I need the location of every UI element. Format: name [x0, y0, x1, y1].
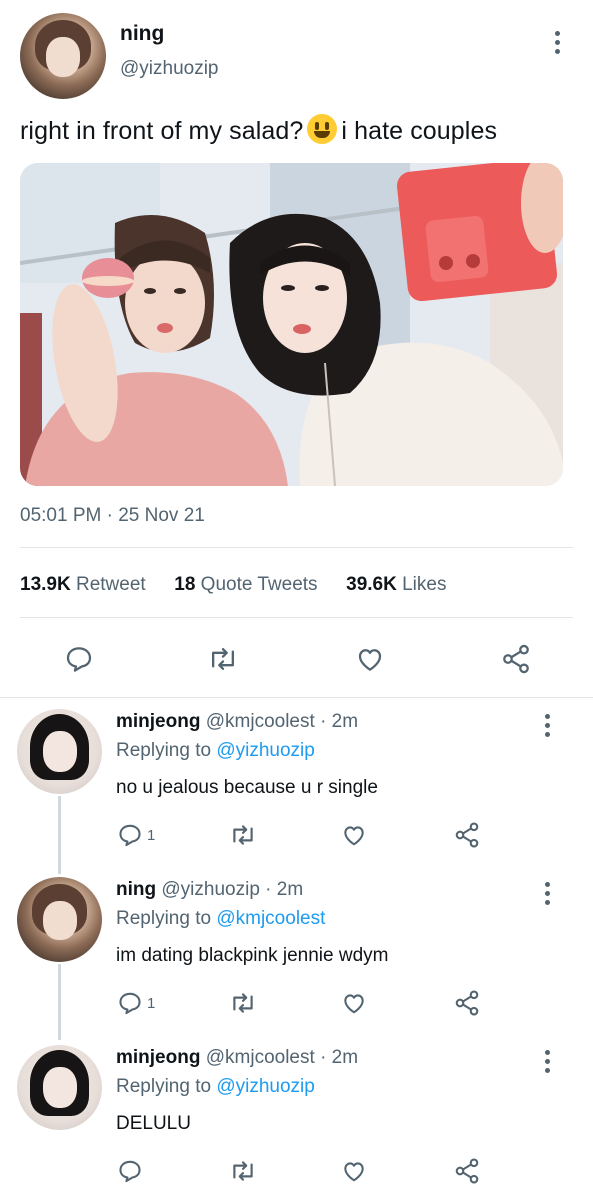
grinning-face-emoji-icon — [307, 114, 338, 144]
reply-icon — [119, 1160, 141, 1183]
reply-button[interactable]: 1 — [117, 990, 155, 1016]
author-avatar[interactable] — [20, 13, 106, 99]
retweet-icon — [211, 647, 235, 671]
tweet-photo[interactable] — [20, 163, 563, 486]
share-button[interactable] — [453, 1157, 481, 1185]
quote-label: Quote Tweets — [200, 574, 318, 595]
likes-count: 39.6K — [346, 574, 397, 595]
author-handle[interactable]: @yizhuozip — [120, 58, 219, 80]
reply-count: 1 — [147, 826, 156, 844]
tweet-photo-illustration — [20, 163, 563, 486]
quote-count: 18 — [174, 574, 196, 595]
reply-button[interactable] — [117, 1158, 143, 1184]
like-button[interactable] — [341, 990, 367, 1016]
reply-text: no u jealous because u r single — [116, 777, 378, 798]
retweet-button[interactable] — [229, 822, 257, 848]
reply-button[interactable] — [64, 644, 94, 674]
share-icon — [455, 822, 479, 848]
retweet-label: Retweet — [75, 574, 146, 595]
likes-stat[interactable]: 39.6K Likes — [346, 574, 446, 595]
thread-line — [58, 796, 61, 874]
replying-prefix: Replying to — [116, 1076, 212, 1097]
likes-label: Likes — [402, 574, 447, 595]
more-options-icon[interactable] — [555, 31, 561, 58]
reply-avatar[interactable] — [17, 1045, 102, 1130]
more-options-icon[interactable] — [545, 1050, 551, 1077]
tweet-stats: 13.9K Retweet 18 Quote Tweets 39.6K Like… — [20, 574, 446, 596]
retweet-count: 13.9K — [20, 574, 71, 595]
replying-to: Replying to @kmjcoolest — [116, 908, 325, 930]
retweet-button[interactable] — [229, 990, 257, 1016]
like-icon — [358, 649, 382, 671]
reply-avatar[interactable] — [17, 709, 102, 794]
like-icon — [344, 1162, 364, 1182]
reply-time: · 2m — [320, 1047, 359, 1068]
tweet-text-part-1: right in front of my salad? — [20, 117, 304, 145]
tweet-timestamp[interactable]: 05:01 PM · 25 Nov 21 — [20, 505, 205, 527]
tweet-text: right in front of my salad? i hate couple… — [20, 114, 497, 146]
replying-to-link[interactable]: @yizhuozip — [216, 740, 315, 761]
thread-line — [58, 964, 61, 1040]
reply-header: minjeong @kmjcoolest · 2m — [116, 1047, 358, 1069]
reply-handle[interactable]: @kmjcoolest — [206, 1047, 315, 1068]
reply-handle[interactable]: @kmjcoolest — [206, 711, 315, 732]
share-icon — [455, 990, 479, 1016]
retweet-stat[interactable]: 13.9K Retweet — [20, 574, 146, 595]
reply-text: im dating blackpink jennie wdym — [116, 945, 389, 966]
reply-time: · 2m — [320, 711, 359, 732]
reply-count: 1 — [147, 994, 156, 1012]
share-icon — [455, 1158, 479, 1184]
replying-to-link[interactable]: @kmjcoolest — [216, 908, 325, 929]
share-icon — [503, 644, 529, 674]
tweet-text-part-2: i hate couples — [341, 117, 498, 145]
replying-to: Replying to @yizhuozip — [116, 740, 315, 762]
divider-top — [20, 547, 573, 548]
reply-header: ning @yizhuozip · 2m — [116, 879, 303, 901]
replying-prefix: Replying to — [116, 908, 212, 929]
retweet-icon — [233, 825, 253, 845]
replying-prefix: Replying to — [116, 740, 212, 761]
like-button[interactable] — [341, 1158, 367, 1184]
share-button[interactable] — [500, 643, 532, 675]
reply-text: DELULU — [116, 1113, 191, 1134]
retweet-icon — [233, 1161, 253, 1181]
more-options-icon[interactable] — [545, 714, 551, 741]
retweet-icon — [233, 993, 253, 1013]
reply-time: · 2m — [265, 879, 304, 900]
reply-handle[interactable]: @yizhuozip — [161, 879, 260, 900]
divider-middle — [20, 617, 573, 618]
retweet-button[interactable] — [229, 1158, 257, 1184]
share-button[interactable] — [453, 821, 481, 849]
reply-avatar[interactable] — [17, 877, 102, 962]
like-button[interactable] — [355, 644, 385, 674]
like-button[interactable] — [341, 822, 367, 848]
reply-display-name[interactable]: minjeong — [116, 711, 200, 732]
divider-bottom — [0, 697, 593, 698]
retweet-button[interactable] — [207, 644, 239, 674]
share-button[interactable] — [453, 989, 481, 1017]
reply-icon — [66, 647, 92, 672]
reply-display-name[interactable]: minjeong — [116, 1047, 200, 1068]
reply-header: minjeong @kmjcoolest · 2m — [116, 711, 358, 733]
reply-button[interactable]: 1 — [117, 822, 155, 848]
author-display-name[interactable]: ning — [120, 22, 164, 46]
like-icon — [344, 994, 364, 1014]
replying-to: Replying to @yizhuozip — [116, 1076, 315, 1098]
reply-icon — [119, 824, 141, 847]
reply-icon — [119, 992, 141, 1015]
replying-to-link[interactable]: @yizhuozip — [216, 1076, 315, 1097]
quote-stat[interactable]: 18 Quote Tweets — [174, 574, 317, 595]
more-options-icon[interactable] — [545, 882, 551, 909]
reply-display-name[interactable]: ning — [116, 879, 156, 900]
like-icon — [344, 826, 364, 846]
